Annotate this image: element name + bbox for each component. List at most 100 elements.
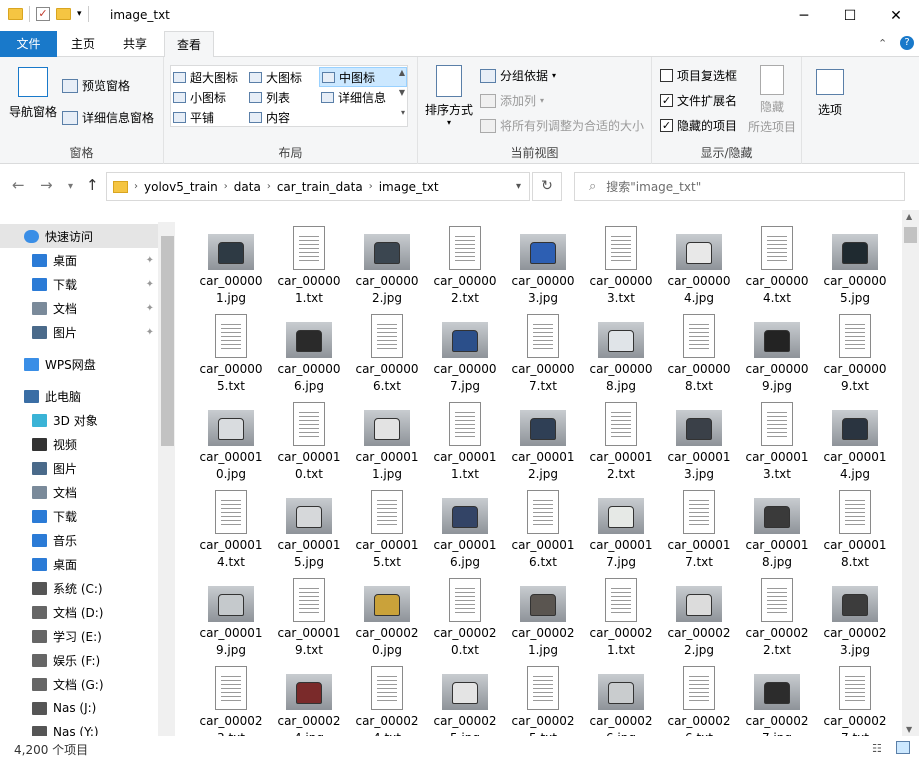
file-item[interactable]: car_00001 6.txt (505, 482, 581, 569)
pin-icon[interactable]: ✦ (146, 303, 154, 314)
back-arrow-icon[interactable]: ← (12, 176, 25, 194)
file-item[interactable]: car_00001 3.jpg (661, 394, 737, 481)
file-item[interactable]: car_00001 7.jpg (583, 482, 659, 569)
file-item[interactable]: car_00001 2.jpg (505, 394, 581, 481)
tab-view[interactable]: 查看 (164, 31, 214, 58)
file-item[interactable]: car_00001 4.txt (193, 482, 269, 569)
pin-icon[interactable]: ✦ (146, 255, 154, 266)
gallery-more-icon[interactable]: ▾ (401, 108, 405, 117)
sidebar-item[interactable]: 文档 (0, 480, 158, 504)
breadcrumb-car-train-data[interactable]: car_train_data (271, 180, 369, 194)
breadcrumb-image-txt[interactable]: image_txt (373, 180, 445, 194)
file-extensions-toggle[interactable]: ✓ 文件扩展名 (660, 92, 737, 109)
file-list-scroll-thumb[interactable] (904, 227, 917, 243)
file-item[interactable]: car_00001 0.txt (271, 394, 347, 481)
file-item[interactable]: car_00000 8.jpg (583, 306, 659, 393)
sidebar-item[interactable]: 下载 ✦ (0, 272, 158, 296)
properties-icon[interactable]: ✓ (36, 7, 50, 21)
sidebar-item[interactable]: 文档 ✦ (0, 296, 158, 320)
file-item[interactable]: car_00002 1.jpg (505, 570, 581, 657)
sort-by-button[interactable]: 排序方式 ▾ (424, 65, 474, 127)
sidebar-item[interactable]: Nas (Y:) (0, 720, 158, 736)
hidden-items-toggle[interactable]: ✓ 隐藏的项目 (660, 117, 737, 134)
sidebar-item[interactable]: Nas (J:) (0, 696, 158, 720)
file-item[interactable]: car_000025.txt (505, 658, 581, 736)
file-item[interactable]: car_00001 9.txt (271, 570, 347, 657)
file-item[interactable]: car_00000 2.txt (427, 218, 503, 305)
breadcrumb-data[interactable]: data (228, 180, 267, 194)
file-item[interactable]: car_00000 9.txt (817, 306, 893, 393)
file-item[interactable]: car_00002 2.txt (739, 570, 815, 657)
file-item[interactable]: car_00001 5.txt (349, 482, 425, 569)
file-item[interactable]: car_00000 2.jpg (349, 218, 425, 305)
layout-large-icons[interactable]: 大图标 (249, 68, 319, 86)
item-checkboxes-checkbox[interactable] (660, 69, 673, 82)
sidebar-item[interactable]: 系统 (C:) (0, 576, 158, 600)
details-view-icon[interactable]: ☷ (872, 742, 882, 755)
file-item[interactable]: car_00001 1.jpg (349, 394, 425, 481)
file-item[interactable]: car_00001 6.jpg (427, 482, 503, 569)
sidebar-item[interactable]: 文档 (G:) (0, 672, 158, 696)
address-history-chevron-icon[interactable]: ▾ (516, 181, 521, 192)
navigation-pane-scroll-thumb[interactable] (161, 236, 174, 446)
file-item[interactable]: car_000027.jpg (739, 658, 815, 736)
customize-toolbar-chevron-icon[interactable]: ▾ (77, 9, 82, 19)
file-item[interactable]: car_00002 0.jpg (349, 570, 425, 657)
close-button[interactable]: ✕ (873, 0, 919, 31)
file-item[interactable]: car_00001 8.txt (817, 482, 893, 569)
sidebar-item[interactable]: 图片 ✦ (0, 320, 158, 344)
file-item[interactable]: car_00000 7.txt (505, 306, 581, 393)
up-arrow-icon[interactable]: ↑ (86, 176, 99, 194)
gallery-down-icon[interactable]: ▼ (399, 88, 405, 97)
file-item[interactable]: car_00000 9.jpg (739, 306, 815, 393)
file-item[interactable]: car_00001 9.jpg (193, 570, 269, 657)
sidebar-item[interactable]: 娱乐 (F:) (0, 648, 158, 672)
maximize-button[interactable]: ☐ (827, 0, 873, 31)
file-item[interactable]: car_00000 5.txt (193, 306, 269, 393)
sidebar-item[interactable]: 下载 (0, 504, 158, 528)
hidden-items-checkbox[interactable]: ✓ (660, 119, 673, 132)
file-item[interactable]: car_00001 7.txt (661, 482, 737, 569)
layout-tiles[interactable]: 平铺 (173, 108, 247, 126)
tab-home[interactable]: 主页 (62, 31, 104, 57)
sidebar-item[interactable]: 视频 (0, 432, 158, 456)
layout-details[interactable]: 详细信息 (321, 88, 395, 106)
file-item[interactable]: car_000025.jpg (427, 658, 503, 736)
file-item[interactable]: car_00000 8.txt (661, 306, 737, 393)
tab-file[interactable]: 文件 (0, 31, 57, 57)
minimize-ribbon-chevron-icon[interactable]: ⌃ (878, 37, 887, 50)
file-item[interactable]: car_00000 4.txt (739, 218, 815, 305)
nav-pane-button[interactable]: 导航窗格 (8, 67, 58, 120)
help-icon[interactable]: ? (900, 36, 914, 50)
file-item[interactable]: car_00002 1.txt (583, 570, 659, 657)
file-item[interactable]: car_000027.txt (817, 658, 893, 736)
gallery-up-icon[interactable]: ▲ (399, 68, 405, 77)
breadcrumb-yolov5-train[interactable]: yolov5_train (138, 180, 224, 194)
recent-locations-chevron-icon[interactable]: ▾ (68, 181, 73, 192)
file-item[interactable]: car_00002 3.jpg (817, 570, 893, 657)
sidebar-item[interactable]: 学习 (E:) (0, 624, 158, 648)
file-item[interactable]: car_00000 6.jpg (271, 306, 347, 393)
sidebar-item[interactable]: 快速访问 (0, 224, 158, 248)
file-item[interactable]: car_00000 3.txt (583, 218, 659, 305)
options-button[interactable]: 选项 (812, 69, 848, 118)
sidebar-item[interactable]: 3D 对象 (0, 408, 158, 432)
pin-icon[interactable]: ✦ (146, 327, 154, 338)
search-input[interactable]: 搜索"image_txt" (606, 178, 701, 195)
refresh-icon[interactable]: ↻ (532, 172, 562, 201)
file-item[interactable]: car_00000 6.txt (349, 306, 425, 393)
file-item[interactable]: car_00000 1.txt (271, 218, 347, 305)
sidebar-item[interactable]: WPS网盘 (0, 352, 158, 376)
preview-pane-button[interactable]: 预览窗格 (62, 77, 130, 94)
file-item[interactable]: car_000024.txt (349, 658, 425, 736)
pin-icon[interactable]: ✦ (146, 279, 154, 290)
file-list-scrollbar[interactable]: ▲ ▼ (902, 210, 919, 736)
sidebar-item[interactable]: 文档 (D:) (0, 600, 158, 624)
tab-share[interactable]: 共享 (114, 31, 156, 57)
item-checkboxes-toggle[interactable]: 项目复选框 (660, 67, 737, 84)
file-item[interactable]: car_00000 3.jpg (505, 218, 581, 305)
file-item[interactable]: car_00002 0.txt (427, 570, 503, 657)
scroll-down-icon[interactable]: ▼ (906, 725, 912, 734)
size-columns-button[interactable]: 将所有列调整为合适的大小 (480, 117, 644, 134)
file-item[interactable]: car_00000 1.jpg (193, 218, 269, 305)
